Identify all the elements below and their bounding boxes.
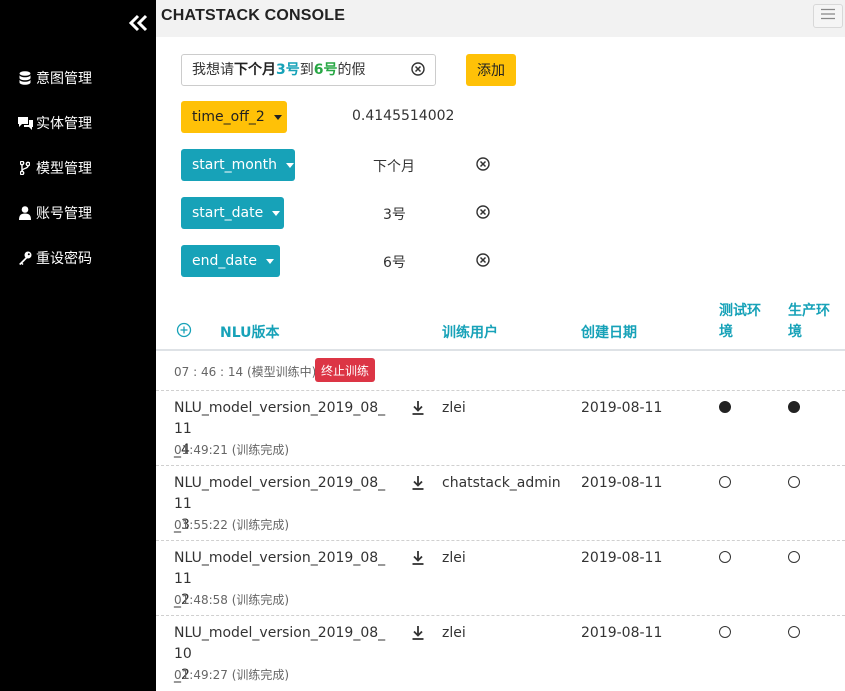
sidebar-item-account[interactable]: 账号管理 — [16, 201, 92, 225]
header-version: NLU版本 — [220, 325, 280, 341]
slot-value: 6号 — [383, 255, 406, 271]
sidebar-item-reset-password[interactable]: 重设密码 — [16, 246, 92, 270]
header-prod-env: 生产环 境 — [788, 303, 830, 340]
test-env-radio[interactable] — [719, 551, 731, 563]
train-user: chatstack_admin — [442, 475, 561, 491]
add-model-icon[interactable] — [176, 322, 192, 338]
database-icon — [16, 70, 34, 86]
slot-dropdown-end-date[interactable]: end_date — [181, 245, 280, 277]
model-train-time: 01:55:22 (训练完成) — [174, 518, 290, 532]
test-env-radio[interactable] — [719, 401, 731, 413]
train-user: zlei — [442, 400, 466, 416]
header-test-env: 测试环 境 — [719, 303, 761, 340]
sidebar-item-entity[interactable]: 实体管理 — [16, 111, 92, 135]
top-bar: CHATSTACK CONSOLE — [156, 0, 845, 37]
clear-utterance-icon[interactable] — [410, 61, 426, 77]
download-icon[interactable] — [411, 550, 425, 566]
header-date: 创建日期 — [581, 325, 637, 341]
model-train-time: 01:49:27 (训练完成) — [174, 668, 290, 682]
row-divider — [156, 540, 845, 541]
utterance-input[interactable]: 我想请下个月3号到6号的假 — [181, 54, 436, 86]
sidebar: 意图管理 实体管理 模型管理 账号管理 重设密码 — [0, 0, 156, 691]
caret-down-icon — [286, 162, 295, 168]
slot-dropdown-start-date[interactable]: start_date — [181, 197, 284, 229]
sidebar-item-label: 实体管理 — [36, 116, 92, 132]
table-header-divider — [156, 349, 845, 351]
hamburger-icon — [820, 8, 836, 24]
prod-env-radio[interactable] — [788, 401, 800, 413]
hamburger-menu-button[interactable] — [813, 4, 843, 28]
prod-env-radio[interactable] — [788, 551, 800, 563]
model-train-time: 01:49:21 (训练完成) — [174, 443, 290, 457]
sidebar-item-label: 模型管理 — [36, 161, 92, 177]
prod-env-radio[interactable] — [788, 476, 800, 488]
caret-down-icon — [265, 258, 274, 264]
train-user: zlei — [442, 625, 466, 641]
caret-down-icon — [273, 114, 282, 120]
collapse-sidebar-icon[interactable] — [128, 13, 150, 33]
download-icon[interactable] — [411, 625, 425, 641]
sidebar-item-label: 账号管理 — [36, 206, 92, 222]
create-date: 2019-08-11 — [581, 475, 663, 491]
sidebar-item-intent[interactable]: 意图管理 — [16, 66, 92, 90]
add-button[interactable]: 添加 — [466, 54, 516, 86]
slot-value: 下个月 — [373, 159, 415, 175]
create-date: 2019-08-11 — [581, 550, 663, 566]
comments-icon — [16, 115, 34, 131]
train-user: zlei — [442, 550, 466, 566]
sidebar-item-label: 重设密码 — [36, 251, 92, 267]
prod-env-radio[interactable] — [788, 626, 800, 638]
user-icon — [16, 205, 34, 221]
caret-down-icon — [272, 210, 281, 216]
slot-value: 0.4145514002 — [352, 108, 455, 124]
training-status: 07 : 46 : 14 (模型训练中) — [174, 365, 317, 379]
sidebar-item-model[interactable]: 模型管理 — [16, 156, 92, 180]
download-icon[interactable] — [411, 400, 425, 416]
remove-slot-icon[interactable] — [475, 156, 491, 172]
slot-dropdown-start-month[interactable]: start_month — [181, 149, 295, 181]
code-branch-icon — [16, 160, 34, 176]
key-icon — [16, 250, 34, 266]
create-date: 2019-08-11 — [581, 400, 663, 416]
sidebar-item-label: 意图管理 — [36, 71, 92, 87]
slot-value: 3号 — [383, 207, 406, 223]
row-divider — [156, 465, 845, 466]
model-train-time: 01:48:58 (训练完成) — [174, 593, 290, 607]
slot-dropdown-time-off[interactable]: time_off_2 — [181, 101, 287, 133]
row-divider — [156, 390, 845, 391]
row-divider — [156, 615, 845, 616]
test-env-radio[interactable] — [719, 476, 731, 488]
stop-training-button[interactable]: 终止训练 — [315, 358, 375, 382]
download-icon[interactable] — [411, 475, 425, 491]
remove-slot-icon[interactable] — [475, 252, 491, 268]
test-env-radio[interactable] — [719, 626, 731, 638]
app-title: CHATSTACK CONSOLE — [161, 7, 346, 24]
remove-slot-icon[interactable] — [475, 204, 491, 220]
create-date: 2019-08-11 — [581, 625, 663, 641]
header-user: 训练用户 — [442, 325, 498, 341]
